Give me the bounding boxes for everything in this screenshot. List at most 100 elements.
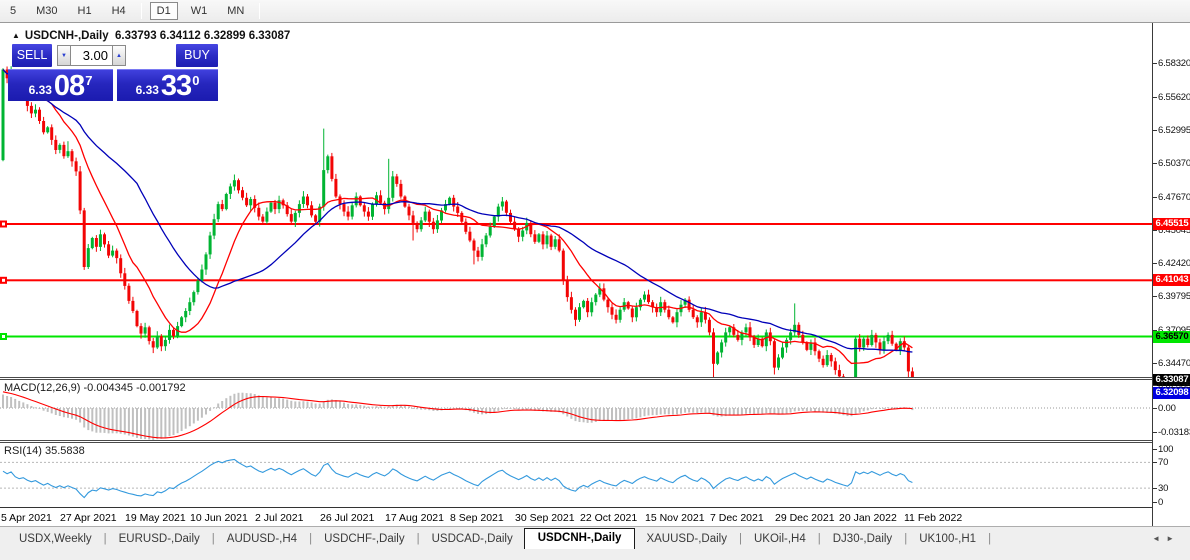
chart-tab-usdx-weekly[interactable]: USDX,Weekly [14,530,97,549]
volume-input[interactable]: 3.00 [71,45,112,66]
candle-body [473,241,476,251]
candle-body [781,348,784,358]
tab-scroll-right-icon[interactable]: ► [1166,534,1180,543]
tab-divider: | [897,530,914,549]
axis-tick-mark [1153,385,1157,386]
terminal-window: 5M30H1H4D1W1MN ▲USDCNH-,Daily 6.33793 6.… [0,0,1190,560]
candle-body [355,197,358,206]
macd-histogram-bar [254,394,256,408]
candle-body [54,140,57,150]
candle-body [667,310,670,318]
candle-body [773,341,776,367]
macd-histogram-bar [729,408,731,415]
macd-histogram-bar [177,408,179,433]
date-tick-label: 17 Aug 2021 [385,512,444,524]
sell-button[interactable]: SELL [12,44,52,67]
date-tick-label: 8 Sep 2021 [450,512,504,524]
date-axis[interactable]: 5 Apr 202127 Apr 202119 May 202110 Jun 2… [0,509,1152,526]
timeframe-d1[interactable]: D1 [150,2,178,20]
macd-histogram-bar [30,406,32,408]
macd-histogram-bar [639,408,641,417]
candle-body [148,327,151,341]
volume-increase-button[interactable]: ▲ [112,45,126,66]
macd-histogram-bar [152,408,154,440]
candle-body [245,198,248,206]
macd-histogram-bar [104,408,106,433]
macd-histogram-bar [656,408,658,415]
date-tick-label: 20 Jan 2022 [839,512,897,524]
sell-price-prefix: 6.33 [29,83,52,97]
price-axis[interactable]: 6.583206.556206.529956.503706.476706.450… [1152,23,1190,526]
macd-histogram-bar [323,402,325,408]
macd-histogram-bar [246,393,248,408]
candle-body [42,121,45,132]
candle-body [330,156,333,179]
candle-body [196,281,199,292]
candle-body [481,244,484,257]
macd-histogram-bar [599,408,601,421]
macd-histogram-bar [810,408,812,411]
chart-tab-audusd-h4[interactable]: AUDUSD-,H4 [222,530,302,549]
candle-body [542,234,545,244]
candle-body [351,205,354,216]
buy-button[interactable]: BUY [176,44,218,67]
chart-tab-eurusd-daily[interactable]: EURUSD-,Daily [114,530,205,549]
macd-histogram-bar [225,398,227,408]
macd-histogram-bar [615,408,617,421]
macd-histogram-bar [867,408,869,410]
macd-histogram-bar [2,395,4,409]
candle-body [509,213,512,222]
horizontal-price-line[interactable] [0,279,1152,281]
candle-body [460,213,463,222]
macd-histogram-bar [124,408,126,435]
candle-body [160,336,163,346]
macd-histogram-bar [367,407,369,409]
macd-histogram-bar [842,408,844,415]
date-tick-label: 7 Dec 2021 [710,512,764,524]
candle-body [168,330,171,340]
sell-price-box[interactable]: 6.33 08 7 [8,69,113,101]
rsi-pane[interactable] [0,443,1152,507]
macd-histogram-bar [668,408,670,414]
collapse-arrow-icon[interactable]: ▲ [12,31,20,40]
chart-tab-usdcnh-daily[interactable]: USDCNH-,Daily [524,528,636,549]
volume-decrease-button[interactable]: ▼ [57,45,71,66]
timeframe-m30[interactable]: M30 [29,2,64,20]
timeframe-w1[interactable]: W1 [184,2,215,20]
axis-tick-mark [1153,63,1157,64]
candle-body [99,234,102,247]
buy-price-box[interactable]: 6.33 33 0 [117,69,218,101]
macd-histogram-bar [526,408,528,410]
chart-tab-usdcad-daily[interactable]: USDCAD-,Daily [427,530,518,549]
timeframe-h1[interactable]: H1 [71,2,99,20]
macd-histogram-bar [493,408,495,412]
candle-body [209,236,212,255]
macd-histogram-bar [22,402,24,408]
timeframe-mn[interactable]: MN [220,2,251,20]
candle-body [879,342,882,350]
candle-body [700,312,703,322]
timeframe-h4[interactable]: H4 [105,2,133,20]
macd-histogram-bar [704,408,706,413]
macd-histogram-bar [887,407,889,408]
chart-tab-usdchf-daily[interactable]: USDCHF-,Daily [319,530,410,549]
chart-tab-dj30-daily[interactable]: DJ30-,Daily [828,530,897,549]
chart-tab-uk100-h1[interactable]: UK100-,H1 [914,530,981,549]
macd-histogram-bar [10,397,12,408]
chart-tab-ukoil-h4[interactable]: UKOil-,H4 [749,530,811,549]
macd-histogram-bar [623,408,625,420]
macd-histogram-bar [290,401,292,408]
macd-histogram-bar [676,408,678,414]
macd-histogram-bar [75,408,77,420]
macd-histogram-bar [372,407,374,408]
timeframe-5[interactable]: 5 [3,2,23,20]
candle-body [221,204,224,209]
candle-body [854,339,857,381]
candle-body [505,202,508,213]
tab-scroll-left-icon[interactable]: ◄ [1152,534,1166,543]
candle-body [131,301,134,311]
chart-tab-xauusd-daily[interactable]: XAUUSD-,Daily [641,530,732,549]
horizontal-price-line[interactable] [0,223,1152,225]
macd-signal-line [3,392,912,438]
candle-body [456,207,459,213]
